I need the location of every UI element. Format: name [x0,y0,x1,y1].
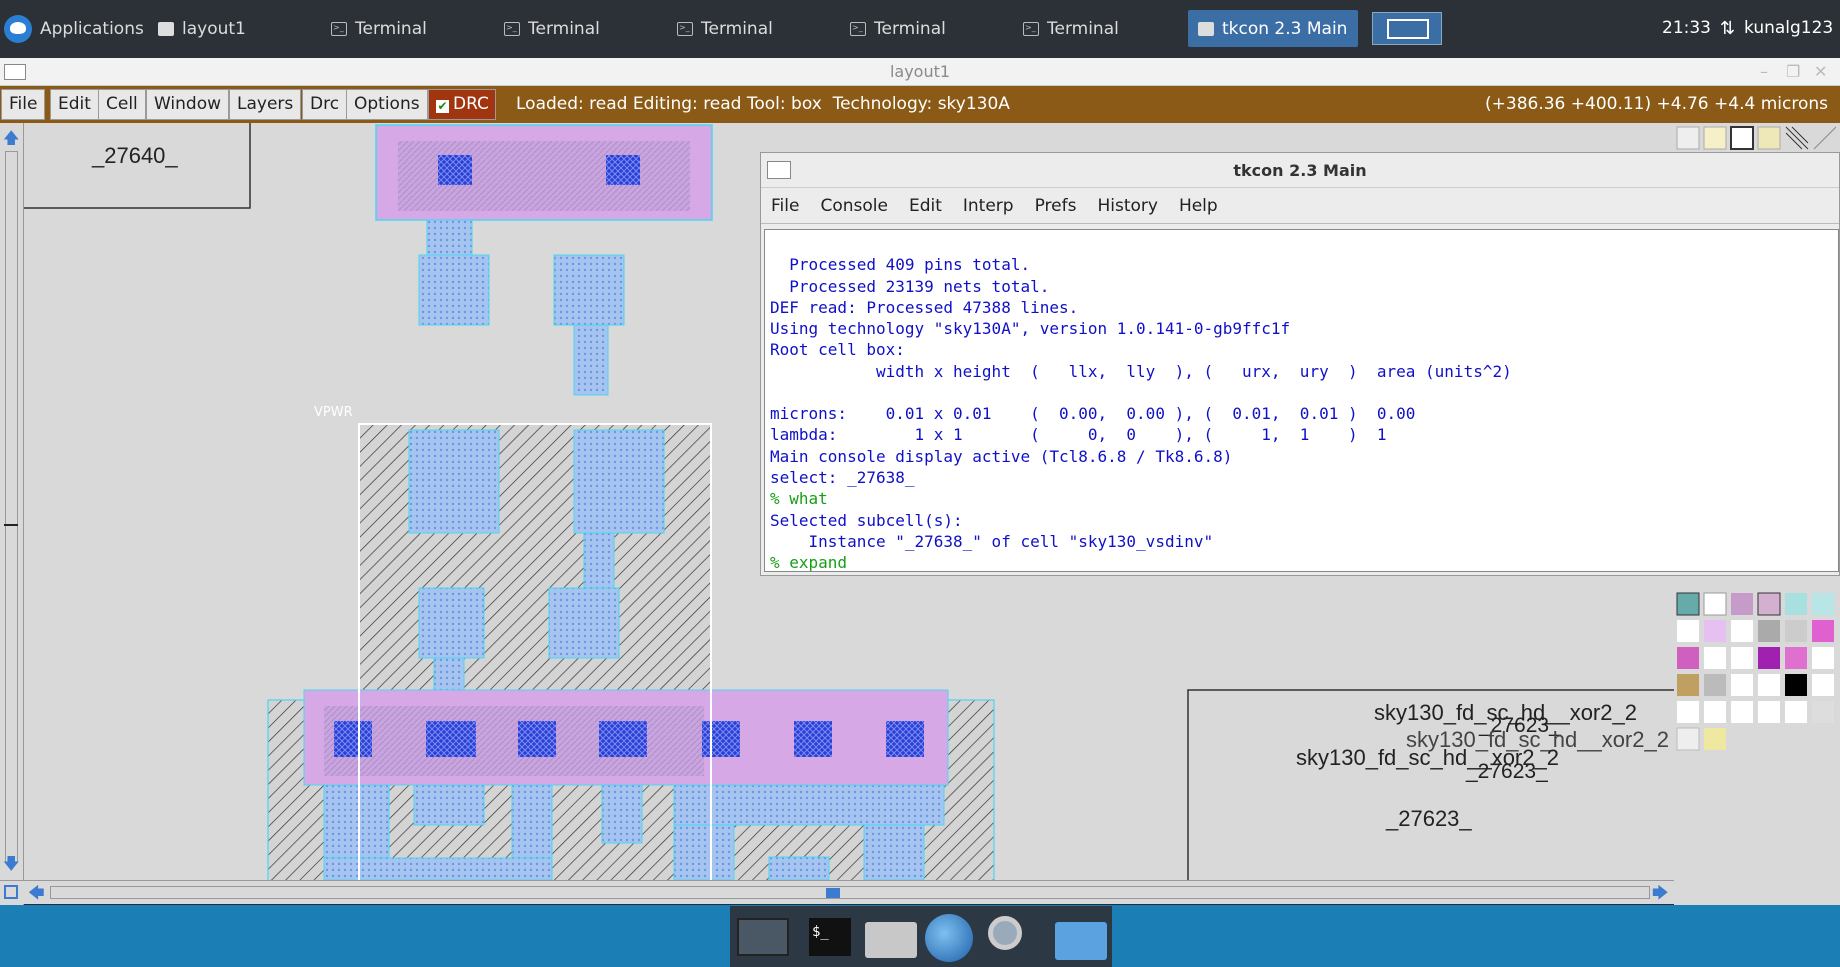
menu-layers[interactable]: Layers [229,89,302,120]
console-line: Main console display active (Tcl8.6.8 / … [770,446,1233,466]
tk-menu-prefs[interactable]: Prefs [1035,196,1077,216]
tkcon-console[interactable]: Processed 409 pins total. Processed 2313… [764,229,1839,572]
coordinates-readout: (+386.36 +400.11) +4.76 +4.4 microns [1485,94,1828,114]
console-line: select: _27638_ [770,467,915,487]
window-icon [158,21,174,36]
files-folder-icon[interactable] [1055,922,1107,960]
tkcon-window[interactable]: tkcon 2.3 Main File Console Edit Interp … [760,152,1840,576]
scroll-trough[interactable] [4,151,18,863]
drc-toggle[interactable]: ✔ DRC [428,89,496,120]
task-tkcon[interactable]: tkcon 2.3 Main [1188,10,1358,47]
tkcon-title: tkcon 2.3 Main [1233,161,1367,180]
window-title: layout1 [889,62,951,81]
vertical-scrollbar[interactable]: 🡅 🡇 [0,123,24,905]
tkcon-titlebar: tkcon 2.3 Main [761,153,1839,188]
tk-menu-history[interactable]: History [1097,196,1157,216]
tkcon-menubar: File Console Edit Interp Prefs History H… [761,188,1839,224]
terminal-icon: >_ [850,21,866,36]
h-scroll-thumb[interactable] [826,888,840,898]
web-browser-icon[interactable] [925,914,973,962]
menu-edit[interactable]: Edit [50,89,99,120]
terminal-icon: >_ [677,21,693,36]
tk-menu-file[interactable]: File [771,196,799,216]
applications-menu[interactable]: Applications [0,10,154,47]
tk-menu-edit[interactable]: Edit [909,196,942,216]
minimize-icon[interactable]: – [1760,58,1768,86]
console-line: microns: 0.01 x 0.01 ( 0.00, 0.00 ), ( 0… [770,404,1416,424]
console-line: Using technology "sky130A", version 1.0.… [770,319,1291,339]
zoom-box-icon[interactable] [4,885,18,899]
show-desktop-icon[interactable] [737,918,789,956]
check-icon: ✔ [436,99,449,113]
instance-label-2: _27623_ [1466,760,1548,783]
task-terminal-3[interactable]: >_ Terminal [667,10,783,47]
window-menu-icon[interactable] [767,161,791,179]
console-line: Processed 23139 nets total. [770,276,1050,296]
scroll-thumb[interactable] [4,524,18,526]
console-line: Instance "_27638_" of cell "sky130_vsdin… [770,531,1214,551]
maximize-icon[interactable]: ❐ [1786,58,1800,86]
menu-cell[interactable]: Cell [98,89,146,120]
menu-drc[interactable]: Drc [302,89,348,120]
status-text: Loaded: read Editing: read Tool: box Tec… [516,94,1010,114]
console-line: Processed 409 pins total. [770,255,1031,275]
console-line: Root cell box: [770,340,905,360]
terminal-icon: >_ [504,21,520,36]
window-menu-icon[interactable] [4,64,26,80]
search-icon[interactable] [988,916,1022,950]
terminal-icon: >_ [331,21,347,36]
console-line: DEF read: Processed 47388 lines. [770,297,1079,317]
menubar: File Edit Cell Window Layers Drc Options… [0,86,1840,123]
horizontal-scrollbar[interactable]: 🡄 🡆 [0,880,1674,904]
tk-menu-console[interactable]: Console [820,196,888,216]
workspace-switcher[interactable] [1372,12,1442,45]
task-terminal-2[interactable]: >_ Terminal [494,10,610,47]
clock: 21:33 [1662,18,1711,38]
network-icon: ⇅ [1720,18,1736,39]
terminal-launcher-icon[interactable]: $_ [809,918,851,956]
menu-options[interactable]: Options [346,89,428,120]
task-terminal-4[interactable]: >_ Terminal [840,10,956,47]
console-line: width x height ( llx, lly ), ( urx, ury … [770,361,1512,381]
cell-label-27640: _27640_ [91,143,178,168]
menu-file[interactable]: File [1,89,46,120]
console-line: Selected subcell(s): [770,510,963,530]
h-scroll-trough[interactable] [50,886,1650,899]
task-layout1[interactable]: layout1 [148,10,256,47]
task-terminal-5[interactable]: >_ Terminal [1013,10,1129,47]
terminal-icon: >_ [1023,21,1039,36]
xfce-logo-icon [4,14,32,43]
top-panel: Applications layout1 >_ Terminal >_ Termin… [0,0,1840,58]
window-titlebar: layout1 – ❐ ✕ [0,58,1840,86]
user-name[interactable]: kunalg123 [1744,10,1833,47]
instance-label-3: _27623_ [1386,806,1472,831]
dock: $_ [730,906,1112,967]
applications-label: Applications [40,18,144,39]
vpwr-label: VPWR [314,405,353,420]
window-icon [1198,21,1214,36]
menu-window[interactable]: Window [146,89,230,120]
console-prompt-line: % expand [770,553,848,572]
console-line: lambda: 1 x 1 ( 0, 0 ), ( 1, 1 ) 1 [770,425,1387,445]
arrow-up-icon[interactable]: 🡅 [3,127,19,154]
tk-menu-interp[interactable]: Interp [963,196,1014,216]
tk-menu-help[interactable]: Help [1179,196,1218,216]
close-icon[interactable]: ✕ [1814,58,1827,86]
home-folder-icon[interactable] [865,922,917,958]
arrow-down-icon[interactable]: 🡇 [3,853,19,880]
console-prompt-line: % what [770,489,828,509]
toolbar-icons [1676,126,1837,150]
task-terminal-1[interactable]: >_ Terminal [321,10,437,47]
layer-grid [1676,592,1834,751]
